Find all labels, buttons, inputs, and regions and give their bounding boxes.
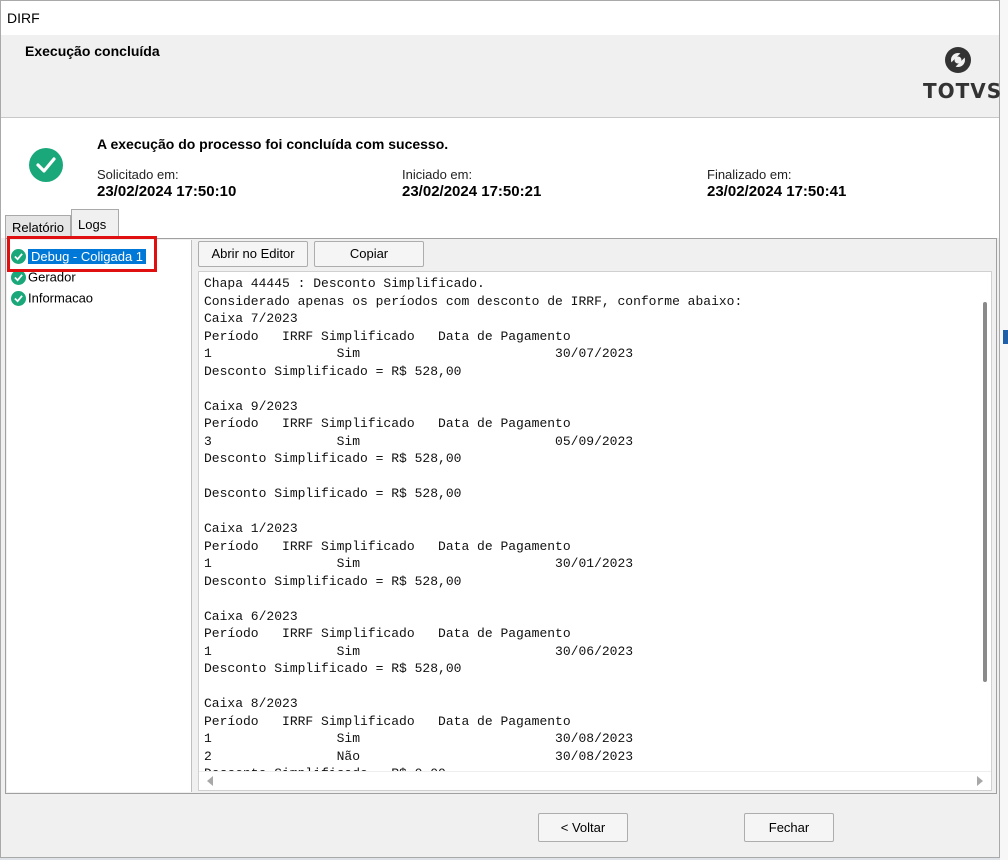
tree-item-label: Debug - Coligada 1: [28, 248, 147, 264]
background-accent: [1003, 330, 1008, 344]
brand-name: TOTVS: [923, 79, 1003, 103]
log-text: Chapa 44445 : Desconto Simplificado. Con…: [204, 276, 743, 781]
finished-value: 23/02/2024 17:50:41: [707, 183, 847, 200]
log-tree: Debug - Coligada 1 Gerador Informacao: [7, 236, 192, 792]
page-title: Execução concluída: [25, 43, 160, 59]
dirf-dialog: DIRF Execução concluída TOTVS A execução…: [0, 0, 1003, 858]
execution-summary: A execução do processo foi concluída com…: [1, 118, 999, 238]
horizontal-scrollbar[interactable]: [199, 771, 991, 790]
scroll-left-icon[interactable]: [207, 776, 213, 786]
scroll-right-icon[interactable]: [977, 776, 983, 786]
tree-item-gerador[interactable]: Gerador: [11, 267, 76, 287]
tree-item-informacao[interactable]: Informacao: [11, 288, 93, 308]
header: Execução concluída TOTVS: [1, 35, 1003, 118]
started-value: 23/02/2024 17:50:21: [402, 183, 542, 200]
check-circle-icon: [11, 291, 26, 307]
finished-block: Finalizado em: 23/02/2024 17:50:41: [707, 167, 846, 200]
requested-label: Solicitado em:: [97, 167, 179, 182]
started-label: Iniciado em:: [402, 167, 473, 182]
logs-panel: Debug - Coligada 1 Gerador Informacao Ab…: [5, 236, 997, 794]
vertical-scrollbar[interactable]: [979, 272, 991, 772]
check-circle-icon: [11, 270, 26, 286]
copy-button[interactable]: Copiar: [314, 241, 424, 267]
background-app: [1000, 0, 1008, 860]
success-check-icon: [29, 148, 63, 182]
open-editor-button[interactable]: Abrir no Editor: [198, 241, 308, 267]
window-title: DIRF: [7, 10, 40, 26]
log-viewer[interactable]: Chapa 44445 : Desconto Simplificado. Con…: [198, 271, 992, 791]
tab-relatorio[interactable]: Relatório: [5, 215, 71, 239]
success-message: A execução do processo foi concluída com…: [97, 136, 449, 152]
title-bar[interactable]: DIRF: [1, 1, 999, 35]
requested-value: 23/02/2024 17:50:10: [97, 183, 237, 200]
requested-block: Solicitado em: 23/02/2024 17:50:10: [97, 167, 236, 200]
tree-item-debug[interactable]: Debug - Coligada 1: [11, 246, 147, 266]
scroll-thumb[interactable]: [983, 302, 987, 682]
tree-item-label: Gerador: [28, 269, 76, 285]
tree-item-label: Informacao: [28, 290, 94, 306]
totvs-logo-icon: [945, 47, 971, 73]
tab-logs[interactable]: Logs: [71, 209, 119, 239]
started-block: Iniciado em: 23/02/2024 17:50:21: [402, 167, 541, 200]
totvs-logo: TOTVS: [923, 45, 1003, 105]
close-button[interactable]: Fechar: [744, 813, 834, 842]
finished-label: Finalizado em:: [707, 167, 792, 182]
back-button[interactable]: < Voltar: [538, 813, 628, 842]
check-circle-icon: [11, 249, 26, 265]
